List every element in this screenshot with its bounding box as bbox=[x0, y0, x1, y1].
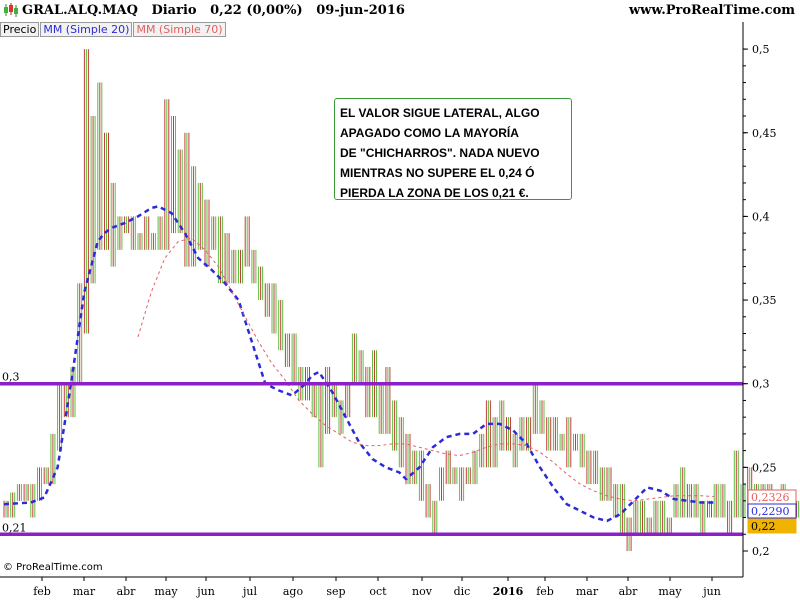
legend-ma70[interactable]: MM (Simple 70) bbox=[133, 22, 226, 37]
site-brand[interactable]: www.ProRealTime.com bbox=[629, 3, 795, 18]
y-tick-label: 0,25 bbox=[752, 461, 777, 474]
value-badge-label: 0,2290 bbox=[751, 505, 790, 518]
x-tick-label: jul bbox=[241, 585, 257, 598]
annotation-line: MIENTRAS NO SUPERE EL 0,24 Ó bbox=[340, 166, 535, 180]
x-tick-label: may bbox=[154, 585, 178, 598]
legend-ma20[interactable]: MM (Simple 20) bbox=[40, 22, 133, 37]
y-tick-label: 0,45 bbox=[752, 127, 777, 140]
y-tick-label: 0,5 bbox=[752, 43, 770, 56]
x-tick-label: sep bbox=[326, 585, 345, 598]
price-chart: 0,3 0,21 0,5 0,45 0,4 0,35 0,3 0,25 0,2 feb mar ab… bbox=[0, 22, 800, 598]
annotation-line: APAGADO COMO LA MAYORÍA bbox=[340, 126, 519, 140]
y-tick-label: 0,3 bbox=[752, 378, 770, 391]
legend-price[interactable]: Precio bbox=[0, 22, 40, 37]
x-tick-label: feb bbox=[536, 585, 554, 598]
indicator-legend: Precio MM (Simple 20) MM (Simple 70) bbox=[0, 22, 227, 37]
x-tick-label: abr bbox=[117, 585, 137, 598]
chart-header: GRAL.ALQ.MAQ Diario 0,22 (0,00%) 09-jun-… bbox=[0, 0, 800, 22]
x-tick-label: ago bbox=[283, 585, 304, 598]
x-tick-label: dic bbox=[454, 585, 471, 598]
x-tick-label: may bbox=[658, 585, 682, 598]
copyright-text: © ProRealTime.com bbox=[3, 562, 103, 573]
x-tick-label: 2016 bbox=[493, 585, 524, 598]
x-tick-label: jun bbox=[195, 585, 215, 598]
y-tick-label: 0,2 bbox=[752, 545, 770, 558]
x-tick-label: nov bbox=[412, 585, 433, 598]
x-tick-label: jun bbox=[701, 585, 721, 598]
instrument-title: GRAL.ALQ.MAQ Diario 0,22 (0,00%) 09-jun-… bbox=[22, 3, 405, 18]
annotation-line: EL VALOR SIGUE LATERAL, ALGO bbox=[340, 106, 540, 120]
x-tick-label: oct bbox=[369, 585, 387, 598]
x-tick-label: feb bbox=[33, 585, 51, 598]
horizontal-level-lines: 0,3 0,21 bbox=[0, 371, 743, 537]
y-tick-label: 0,4 bbox=[752, 210, 770, 223]
level-label: 0,21 bbox=[2, 521, 27, 534]
level-label: 0,3 bbox=[2, 371, 20, 384]
series-line bbox=[137, 237, 715, 502]
annotation-text: EL VALOR SIGUE LATERAL, ALGO APAGADO COM… bbox=[335, 99, 571, 207]
value-badges: 0,23260,2290 0,22 bbox=[747, 489, 797, 534]
x-tick-label: mar bbox=[73, 585, 96, 598]
value-badge-label: 0,22 bbox=[751, 520, 776, 533]
y-tick-label: 0,35 bbox=[752, 294, 777, 307]
annotation-line: DE "CHICHARROS". NADA NUEVO bbox=[340, 146, 540, 160]
annotation-box: EL VALOR SIGUE LATERAL, ALGO APAGADO COM… bbox=[334, 98, 572, 200]
candlestick-chart-icon bbox=[4, 3, 18, 17]
annotation-line: PIERDA LA ZONA DE LOS 0,21 €. bbox=[340, 186, 529, 200]
x-tick-label: abr bbox=[619, 585, 639, 598]
value-badge-label: 0,2326 bbox=[751, 491, 790, 504]
x-tick-label: mar bbox=[576, 585, 599, 598]
